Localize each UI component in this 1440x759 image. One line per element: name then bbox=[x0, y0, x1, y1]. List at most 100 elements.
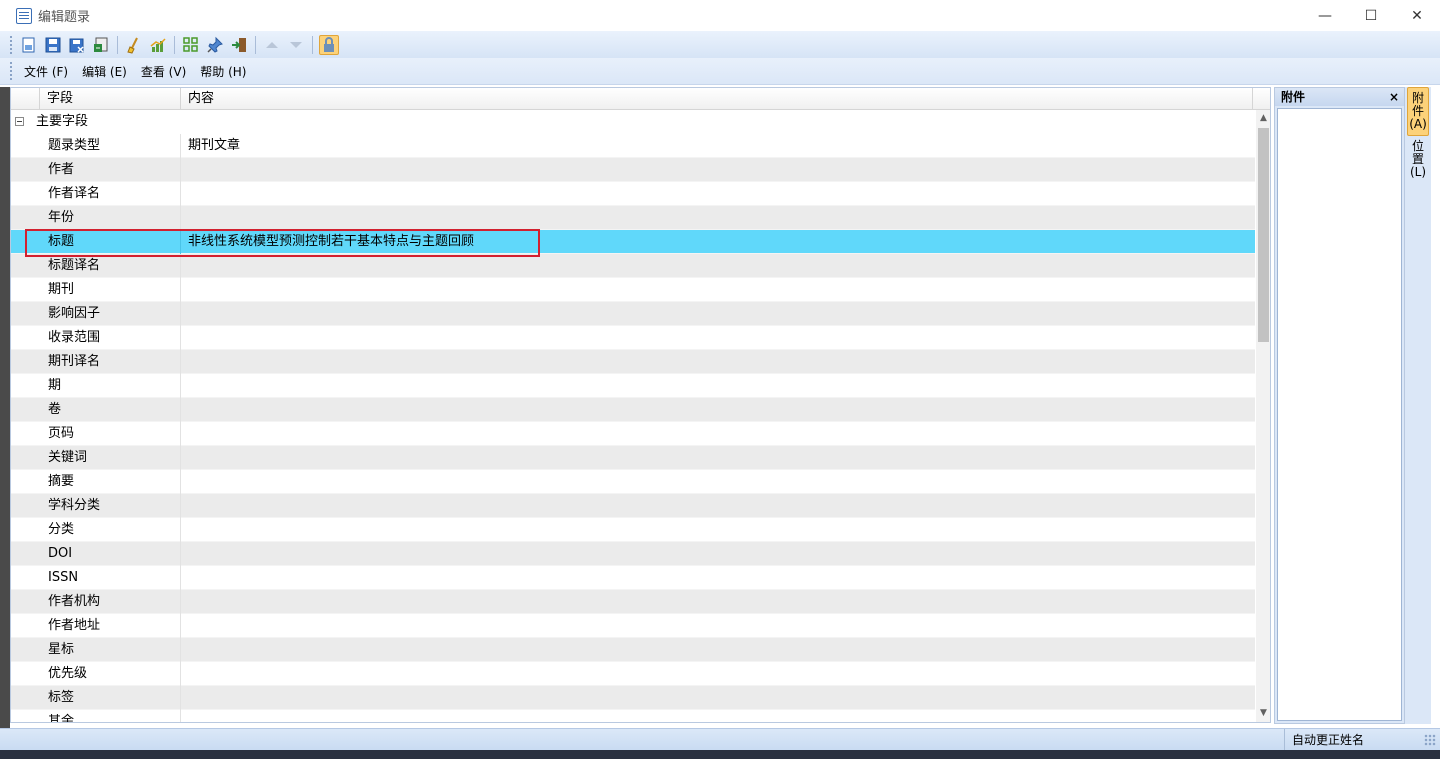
table-row[interactable]: 作者机构 bbox=[11, 590, 1255, 614]
field-name-cell: 期刊译名 bbox=[48, 354, 101, 369]
column-divider bbox=[180, 374, 181, 398]
field-name-cell: 收录范围 bbox=[48, 330, 101, 345]
column-divider bbox=[180, 542, 181, 566]
column-divider bbox=[180, 422, 181, 446]
column-divider bbox=[180, 710, 181, 722]
column-divider bbox=[180, 254, 181, 278]
table-row[interactable]: 期刊译名 bbox=[11, 350, 1255, 374]
move-up-icon bbox=[262, 35, 282, 55]
close-button[interactable]: ✕ bbox=[1394, 0, 1440, 31]
menubar-grip[interactable] bbox=[10, 62, 13, 80]
column-divider bbox=[180, 182, 181, 206]
table-row[interactable]: 作者译名 bbox=[11, 182, 1255, 206]
attachment-panel: 附件 × bbox=[1274, 87, 1405, 724]
field-grid: 字段 内容 主要字段 题录类型 期刊文章 作者 作者译名 年份 标题 非线性系统模型预测控制… bbox=[10, 87, 1271, 723]
import-icon[interactable] bbox=[229, 35, 249, 55]
table-row[interactable]: 页码 bbox=[11, 422, 1255, 446]
panel-close-icon[interactable]: × bbox=[1389, 88, 1399, 106]
status-text: 自动更正姓名 bbox=[1284, 729, 1364, 751]
column-divider bbox=[180, 470, 181, 494]
table-row[interactable]: 优先级 bbox=[11, 662, 1255, 686]
toolbar-separator bbox=[255, 35, 256, 54]
table-row[interactable]: 年份 bbox=[11, 206, 1255, 230]
save-icon[interactable] bbox=[43, 35, 63, 55]
side-tab-attachments[interactable]: 附件 (A) bbox=[1407, 87, 1429, 136]
field-value-cell[interactable]: 期刊文章 bbox=[188, 134, 240, 158]
grid-header: 字段 内容 bbox=[11, 88, 1270, 110]
table-row[interactable]: 收录范围 bbox=[11, 326, 1255, 350]
column-divider bbox=[180, 302, 181, 326]
table-row[interactable]: 期刊 bbox=[11, 278, 1255, 302]
column-divider bbox=[180, 662, 181, 686]
toolbar-separator bbox=[117, 35, 118, 54]
resize-grip-icon[interactable] bbox=[1424, 734, 1436, 746]
menu-view[interactable]: 查看 (V) bbox=[134, 63, 193, 80]
column-header-field[interactable]: 字段 bbox=[39, 88, 180, 110]
table-row[interactable]: 作者地址 bbox=[11, 614, 1255, 638]
toolbar-grip[interactable] bbox=[10, 35, 13, 54]
field-name-cell: 作者 bbox=[48, 162, 75, 177]
group-row[interactable]: 主要字段 bbox=[11, 110, 1255, 134]
new-record-icon[interactable] bbox=[19, 35, 39, 55]
field-name-cell: 作者译名 bbox=[48, 186, 101, 201]
table-row[interactable]: 其余 bbox=[11, 710, 1255, 722]
column-divider bbox=[180, 518, 181, 542]
menu-bar: 文件 (F) 编辑 (E) 查看 (V) 帮助 (H) bbox=[0, 58, 1440, 85]
scroll-thumb[interactable] bbox=[1258, 128, 1269, 342]
field-name-cell: 标题译名 bbox=[48, 258, 101, 273]
chart-icon[interactable] bbox=[148, 35, 168, 55]
menu-file[interactable]: 文件 (F) bbox=[17, 63, 75, 80]
column-header-content[interactable]: 内容 bbox=[180, 88, 1253, 110]
table-row[interactable]: 期 bbox=[11, 374, 1255, 398]
scroll-down-icon[interactable]: ▼ bbox=[1256, 705, 1270, 722]
table-row[interactable]: 学科分类 bbox=[11, 494, 1255, 518]
field-name-cell: 分类 bbox=[48, 522, 75, 537]
attachment-list[interactable] bbox=[1277, 108, 1402, 721]
table-row[interactable]: 标题译名 bbox=[11, 254, 1255, 278]
table-row[interactable]: ISSN bbox=[11, 566, 1255, 590]
field-name-cell: 期 bbox=[48, 378, 62, 393]
field-name-cell: 关键词 bbox=[48, 450, 88, 465]
menu-help[interactable]: 帮助 (H) bbox=[193, 63, 253, 80]
export-icon[interactable] bbox=[91, 35, 111, 55]
scroll-up-icon[interactable]: ▲ bbox=[1256, 110, 1270, 127]
table-row[interactable]: 关键词 bbox=[11, 446, 1255, 470]
collapse-toggle-icon[interactable] bbox=[15, 117, 24, 126]
taskbar-strip bbox=[0, 750, 1440, 759]
list-app-icon bbox=[16, 7, 32, 24]
minimize-button[interactable]: — bbox=[1302, 0, 1348, 31]
side-tab-location[interactable]: 位置 (L) bbox=[1407, 136, 1429, 183]
field-name-cell: 期刊 bbox=[48, 282, 75, 297]
table-row[interactable]: 作者 bbox=[11, 158, 1255, 182]
column-divider bbox=[180, 206, 181, 230]
column-divider bbox=[180, 614, 181, 638]
grid-icon[interactable] bbox=[181, 35, 201, 55]
pin-icon[interactable] bbox=[205, 35, 225, 55]
table-row[interactable]: 卷 bbox=[11, 398, 1255, 422]
table-row[interactable]: 题录类型 期刊文章 bbox=[11, 134, 1255, 158]
table-row[interactable]: 分类 bbox=[11, 518, 1255, 542]
background-edge bbox=[0, 87, 10, 728]
vertical-scrollbar[interactable]: ▲ ▼ bbox=[1256, 110, 1270, 722]
column-divider bbox=[180, 686, 181, 710]
column-divider bbox=[180, 638, 181, 662]
table-row[interactable]: DOI bbox=[11, 542, 1255, 566]
field-name-cell: DOI bbox=[48, 546, 73, 561]
table-row[interactable]: 星标 bbox=[11, 638, 1255, 662]
side-tab-strip: 附件 (A) 位置 (L) bbox=[1405, 87, 1431, 724]
field-name-cell: 年份 bbox=[48, 210, 75, 225]
highlight-box bbox=[25, 229, 540, 257]
maximize-button[interactable]: ☐ bbox=[1348, 0, 1394, 31]
table-row[interactable]: 摘要 bbox=[11, 470, 1255, 494]
panel-header: 附件 × bbox=[1275, 88, 1404, 106]
table-row[interactable]: 标签 bbox=[11, 686, 1255, 710]
save-close-icon[interactable] bbox=[67, 35, 87, 55]
clean-icon[interactable] bbox=[124, 35, 144, 55]
table-row[interactable]: 影响因子 bbox=[11, 302, 1255, 326]
column-divider bbox=[180, 446, 181, 470]
field-name-cell: 优先级 bbox=[48, 666, 88, 681]
field-name-cell: 摘要 bbox=[48, 474, 75, 489]
menu-edit[interactable]: 编辑 (E) bbox=[75, 63, 134, 80]
lock-icon[interactable] bbox=[319, 34, 339, 55]
field-name-cell: 作者地址 bbox=[48, 618, 101, 633]
